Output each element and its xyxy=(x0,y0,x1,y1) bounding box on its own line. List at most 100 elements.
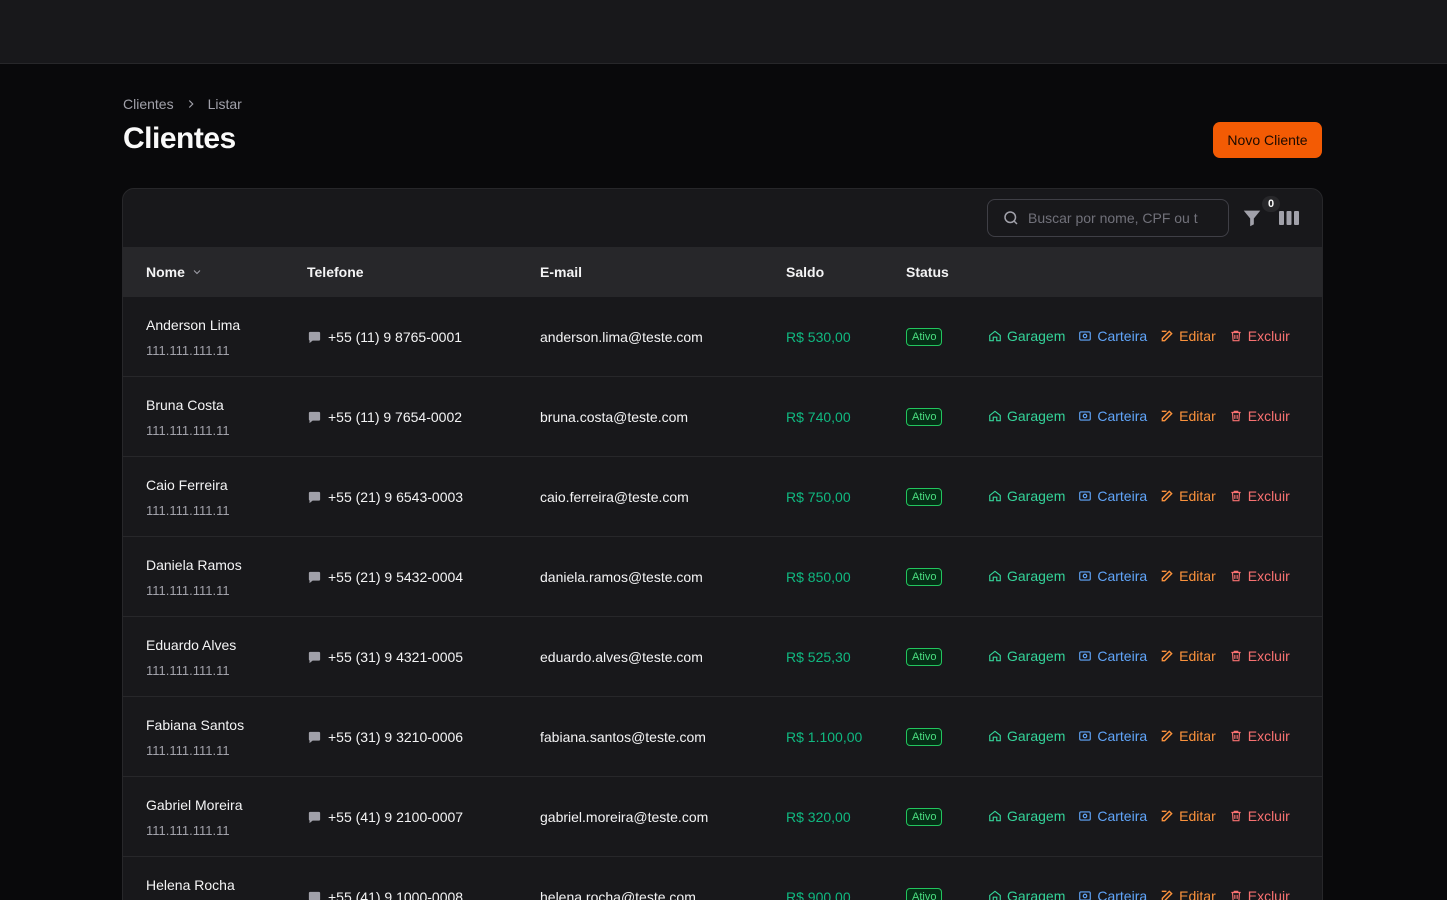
editar-button[interactable]: Editar xyxy=(1160,648,1216,664)
garagem-label: Garagem xyxy=(1007,328,1066,344)
excluir-button[interactable]: Excluir xyxy=(1229,488,1290,504)
table-body: Anderson Lima 111.111.111.11 +55 (11) 9 … xyxy=(123,297,1322,900)
editar-label: Editar xyxy=(1179,888,1216,900)
client-phone-number: +55 (41) 9 2100-0007 xyxy=(328,809,464,825)
status-badge: Ativo xyxy=(906,648,943,666)
breadcrumb-root[interactable]: Clientes xyxy=(123,96,174,112)
garagem-button[interactable]: Garagem xyxy=(988,568,1065,584)
wallet-icon xyxy=(1079,331,1092,341)
client-name: Anderson Lima xyxy=(146,317,241,333)
row-actions: Garagem Carteira Editar Excluir xyxy=(988,648,1290,664)
table-row: Anderson Lima 111.111.111.11 +55 (11) 9 … xyxy=(123,297,1322,377)
excluir-button[interactable]: Excluir xyxy=(1229,328,1290,344)
wallet-icon xyxy=(1079,411,1092,421)
carteira-button[interactable]: Carteira xyxy=(1078,488,1147,504)
garagem-button[interactable]: Garagem xyxy=(988,488,1065,504)
client-cpf: 111.111.111.11 xyxy=(146,503,230,518)
home-icon xyxy=(989,490,1001,502)
chat-icon xyxy=(308,811,321,823)
editar-button[interactable]: Editar xyxy=(1160,808,1216,824)
home-icon xyxy=(989,650,1001,662)
excluir-button[interactable]: Excluir xyxy=(1229,408,1290,424)
excluir-button[interactable]: Excluir xyxy=(1229,728,1290,744)
column-header-name[interactable]: Nome xyxy=(146,264,203,280)
wallet-icon xyxy=(1079,651,1092,661)
client-saldo: R$ 740,00 xyxy=(786,409,851,425)
client-email: fabiana.santos@teste.com xyxy=(540,729,706,745)
filter-icon[interactable] xyxy=(1241,207,1263,229)
client-phone: +55 (31) 9 3210-0006 xyxy=(307,729,463,745)
wallet-icon xyxy=(1079,811,1092,821)
home-icon xyxy=(989,730,1001,742)
search-box[interactable] xyxy=(987,199,1229,237)
editar-button[interactable]: Editar xyxy=(1160,888,1216,900)
carteira-label: Carteira xyxy=(1097,808,1148,824)
client-name: Eduardo Alves xyxy=(146,637,237,653)
trash-icon xyxy=(1231,810,1241,822)
chat-icon xyxy=(308,411,321,423)
carteira-button[interactable]: Carteira xyxy=(1078,888,1147,900)
client-phone-number: +55 (21) 9 5432-0004 xyxy=(328,569,464,585)
editar-button[interactable]: Editar xyxy=(1160,408,1216,424)
trash-icon xyxy=(1231,570,1241,582)
status-badge: Ativo xyxy=(906,728,943,746)
carteira-label: Carteira xyxy=(1097,328,1148,344)
excluir-button[interactable]: Excluir xyxy=(1229,888,1290,900)
client-phone-number: +55 (41) 9 1000-0008 xyxy=(328,889,464,900)
carteira-button[interactable]: Carteira xyxy=(1078,328,1147,344)
chat-icon xyxy=(308,491,321,503)
garagem-button[interactable]: Garagem xyxy=(988,408,1065,424)
excluir-button[interactable]: Excluir xyxy=(1229,568,1290,584)
search-input[interactable] xyxy=(1028,210,1208,226)
editar-button[interactable]: Editar xyxy=(1160,328,1216,344)
table-row: Gabriel Moreira 111.111.111.11 +55 (41) … xyxy=(123,777,1322,857)
garagem-label: Garagem xyxy=(1007,488,1066,504)
excluir-button[interactable]: Excluir xyxy=(1229,808,1290,824)
table-row: Caio Ferreira 111.111.111.11 +55 (21) 9 … xyxy=(123,457,1322,537)
row-actions: Garagem Carteira Editar Excluir xyxy=(988,888,1290,900)
table-row: Fabiana Santos 111.111.111.11 +55 (31) 9… xyxy=(123,697,1322,777)
garagem-button[interactable]: Garagem xyxy=(988,888,1065,900)
carteira-button[interactable]: Carteira xyxy=(1078,408,1147,424)
client-phone-number: +55 (11) 9 7654-0002 xyxy=(328,409,463,425)
garagem-button[interactable]: Garagem xyxy=(988,328,1065,344)
column-header-phone: Telefone xyxy=(307,264,364,280)
editar-button[interactable]: Editar xyxy=(1160,728,1216,744)
carteira-button[interactable]: Carteira xyxy=(1078,568,1147,584)
wallet-icon xyxy=(1079,891,1092,900)
garagem-button[interactable]: Garagem xyxy=(988,808,1065,824)
client-saldo: R$ 320,00 xyxy=(786,809,851,825)
garagem-button[interactable]: Garagem xyxy=(988,728,1065,744)
carteira-button[interactable]: Carteira xyxy=(1078,728,1147,744)
garagem-button[interactable]: Garagem xyxy=(988,648,1065,664)
excluir-button[interactable]: Excluir xyxy=(1229,648,1290,664)
new-client-button[interactable]: Novo Cliente xyxy=(1213,122,1322,158)
client-phone: +55 (41) 9 2100-0007 xyxy=(307,809,463,825)
trash-icon xyxy=(1231,490,1241,502)
home-icon xyxy=(989,570,1001,582)
garagem-label: Garagem xyxy=(1007,648,1066,664)
editar-label: Editar xyxy=(1179,648,1216,664)
client-phone: +55 (41) 9 1000-0008 xyxy=(307,889,463,900)
editar-button[interactable]: Editar xyxy=(1160,488,1216,504)
carteira-button[interactable]: Carteira xyxy=(1078,648,1147,664)
excluir-label: Excluir xyxy=(1247,568,1290,584)
row-actions: Garagem Carteira Editar Excluir xyxy=(988,488,1290,504)
client-name: Daniela Ramos xyxy=(146,557,242,573)
client-name: Helena Rocha xyxy=(146,877,235,893)
top-navbar xyxy=(0,0,1447,64)
client-name: Bruna Costa xyxy=(146,397,224,413)
excluir-label: Excluir xyxy=(1247,328,1290,344)
table-row: Eduardo Alves 111.111.111.11 +55 (31) 9 … xyxy=(123,617,1322,697)
editar-button[interactable]: Editar xyxy=(1160,568,1216,584)
carteira-button[interactable]: Carteira xyxy=(1078,808,1147,824)
table-row: Helena Rocha 111.111.111.11 +55 (41) 9 1… xyxy=(123,857,1322,900)
status-badge: Ativo xyxy=(906,488,943,506)
search-icon xyxy=(1004,211,1018,225)
chat-icon xyxy=(308,651,321,663)
columns-icon[interactable] xyxy=(1278,208,1300,228)
garagem-label: Garagem xyxy=(1007,808,1066,824)
column-header-saldo: Saldo xyxy=(786,264,825,280)
editar-label: Editar xyxy=(1179,728,1216,744)
carteira-label: Carteira xyxy=(1097,408,1148,424)
